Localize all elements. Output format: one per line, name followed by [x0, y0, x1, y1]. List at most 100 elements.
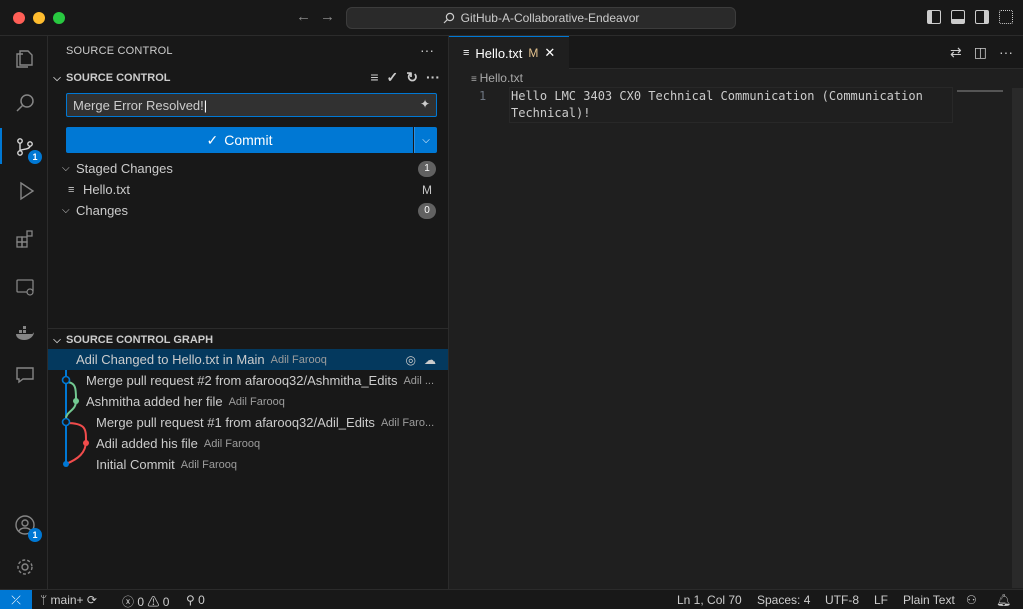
graph-commit-row[interactable]: Merge pull request #2 from afarooq32/Ash…: [48, 370, 448, 391]
commit-message: Merge pull request #1 from afarooq32/Adi…: [96, 415, 375, 430]
tab-bar: ≡ Hello.txt M ✕ ⇄ ◫ ···: [449, 36, 1023, 69]
changes-label: Changes: [76, 203, 129, 218]
warning-icon: ⚠: [147, 595, 160, 609]
cloud-icon[interactable]: ☁: [424, 353, 436, 367]
refresh-icon[interactable]: ↻: [406, 69, 418, 86]
title-bar: ← → GitHub-A-Collaborative-Endeavor: [0, 0, 1023, 36]
graph-commit-row[interactable]: Ashmitha added her file Adil Farooq: [48, 391, 448, 412]
scm-badge: 1: [28, 150, 42, 164]
notifications-bell-icon[interactable]: 🔔︎: [996, 593, 1011, 607]
forward-arrow-icon[interactable]: →: [320, 8, 335, 25]
toggle-secondary-sidebar-icon[interactable]: [975, 10, 989, 24]
commit-message: Initial Commit: [96, 457, 175, 472]
section-title: SOURCE CONTROL: [66, 72, 171, 84]
search-icon[interactable]: [12, 90, 38, 116]
language-mode[interactable]: Plain Text: [903, 593, 955, 607]
minimize-window-button[interactable]: [33, 12, 45, 24]
tab-label: Hello.txt: [475, 45, 523, 61]
chevron-down-icon: ⌵: [62, 163, 70, 174]
commit-message: Adil Changed to Hello.txt in Main: [76, 352, 265, 367]
broadcast-icon: ⚲: [186, 593, 195, 607]
error-icon: ⓧ: [122, 595, 135, 609]
commit-author: Adil ...: [403, 374, 435, 387]
staged-count-badge: 1: [418, 160, 436, 177]
sparkle-icon[interactable]: ✦: [420, 97, 430, 111]
problems-status[interactable]: ⓧ 0 ⚠ 0: [122, 593, 169, 609]
check-icon: ✓: [206, 131, 219, 148]
graph-commit-row[interactable]: Adil Changed to Hello.txt in Main Adil F…: [48, 349, 448, 370]
minimap-line: [957, 90, 1003, 92]
close-window-button[interactable]: [13, 12, 25, 24]
source-control-sidebar: SOURCE CONTROL ··· ⌵ SOURCE CONTROL ≡ ✓ …: [48, 36, 449, 589]
graph-commit-row[interactable]: Initial Commit Adil Farooq: [48, 454, 448, 475]
toggle-panel-icon[interactable]: [951, 10, 965, 24]
explorer-icon[interactable]: [12, 46, 38, 72]
chevron-down-icon: ⌵: [62, 205, 70, 216]
open-changes-icon[interactable]: ⇄: [950, 44, 962, 61]
graph-title: SOURCE CONTROL GRAPH: [66, 334, 214, 346]
chevron-down-icon: ⌵: [53, 334, 61, 346]
commit-button[interactable]: ✓ Commit: [66, 127, 413, 153]
commit-message-input[interactable]: Merge Error Resolved! | ✦: [66, 93, 437, 117]
commit-author: Adil Faro...: [380, 416, 435, 429]
commit-author: Adil Farooq: [203, 437, 261, 450]
git-branch-icon: ᛘ: [40, 593, 48, 607]
chevron-down-icon: ⌵: [53, 72, 61, 84]
maximize-window-button[interactable]: [53, 12, 65, 24]
back-arrow-icon[interactable]: ←: [296, 8, 311, 25]
staged-changes-label: Staged Changes: [76, 161, 173, 176]
end-of-line[interactable]: LF: [874, 593, 888, 607]
branch-status[interactable]: ᛘ main+ ⟳: [40, 593, 97, 607]
source-control-graph-header[interactable]: ⌵ SOURCE CONTROL GRAPH: [48, 329, 448, 351]
run-and-debug-icon[interactable]: [12, 178, 38, 204]
account-icon[interactable]: 1: [12, 512, 42, 542]
toggle-primary-sidebar-icon[interactable]: [927, 10, 941, 24]
commit-message-text: Merge Error Resolved!: [73, 97, 204, 113]
docker-icon[interactable]: [12, 320, 38, 346]
copilot-icon[interactable]: ⚇: [966, 593, 977, 607]
ports-status[interactable]: ⚲ 0: [186, 593, 205, 607]
sidebar-more-icon[interactable]: ···: [420, 42, 434, 58]
changes-header[interactable]: ⌵ Changes 0: [48, 200, 448, 221]
view-as-tree-icon[interactable]: ≡: [370, 69, 378, 86]
commit-message: Ashmitha added her file: [86, 394, 223, 409]
commit-message: Merge pull request #2 from afarooq32/Ash…: [86, 373, 398, 388]
more-actions-icon[interactable]: ···: [426, 69, 440, 86]
account-badge: 1: [28, 528, 42, 542]
staged-file-name: Hello.txt: [83, 182, 130, 197]
remote-explorer-icon[interactable]: [12, 274, 38, 300]
window-title: GitHub-A-Collaborative-Endeavor: [460, 11, 640, 25]
activity-bar: 1 1: [0, 36, 48, 589]
customize-layout-icon[interactable]: [999, 10, 1013, 24]
breadcrumb[interactable]: ≡ Hello.txt: [471, 71, 523, 85]
editor-actions: ⇄ ◫ ···: [950, 44, 1013, 61]
minimap[interactable]: [955, 88, 1010, 588]
commit-author: Adil Farooq: [228, 395, 285, 408]
manage-gear-icon[interactable]: [12, 554, 38, 580]
encoding[interactable]: UTF-8: [825, 593, 859, 607]
staged-file-row[interactable]: ≡ Hello.txt M: [48, 179, 448, 200]
command-center[interactable]: GitHub-A-Collaborative-Endeavor: [346, 7, 736, 29]
chat-icon[interactable]: [12, 362, 38, 388]
commit-dropdown-chevron-icon[interactable]: ⌵: [414, 127, 437, 153]
text-file-icon: ≡: [68, 183, 75, 196]
target-icon[interactable]: ◎: [406, 353, 416, 367]
vertical-scrollbar[interactable]: [1012, 88, 1023, 588]
split-editor-icon[interactable]: ◫: [974, 44, 987, 61]
layout-controls: [927, 10, 1013, 24]
editor-area: ≡ Hello.txt M ✕ ⇄ ◫ ··· ≡ Hello.txt 1 He…: [449, 36, 1023, 589]
graph-commit-row[interactable]: Merge pull request #1 from afarooq32/Adi…: [48, 412, 448, 433]
staged-changes-header[interactable]: ⌵ Staged Changes 1: [48, 158, 448, 179]
graph-commit-row[interactable]: Adil added his file Adil Farooq: [48, 433, 448, 454]
cursor-position[interactable]: Ln 1, Col 70: [677, 593, 742, 607]
sync-icon: ⟳: [86, 593, 97, 607]
more-actions-icon[interactable]: ···: [999, 44, 1013, 61]
close-icon[interactable]: ✕: [544, 45, 555, 61]
commit-check-icon[interactable]: ✓: [387, 69, 399, 86]
source-control-icon[interactable]: 1: [0, 128, 42, 164]
source-control-section-header[interactable]: ⌵ SOURCE CONTROL ≡ ✓ ↻ ···: [48, 67, 448, 89]
tab-hello-txt[interactable]: ≡ Hello.txt M ✕: [449, 36, 569, 69]
extensions-icon[interactable]: [12, 226, 38, 252]
indentation[interactable]: Spaces: 4: [757, 593, 810, 607]
remote-indicator-icon[interactable]: ⤫: [0, 590, 32, 609]
